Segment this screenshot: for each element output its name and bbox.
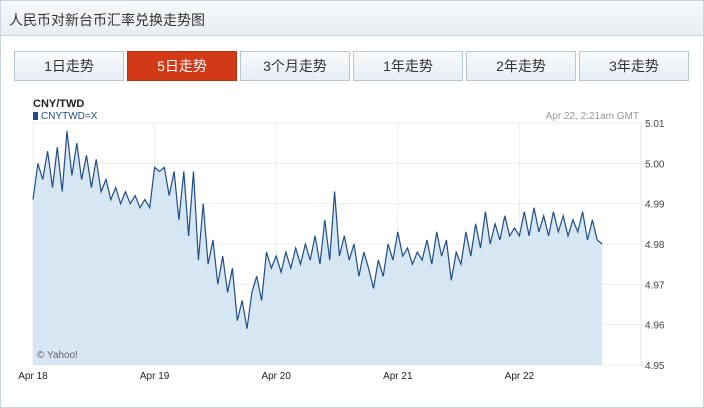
y-tick-label: 4.96 <box>645 321 665 332</box>
tab-3-year[interactable]: 3年走势 <box>579 51 689 81</box>
panel-header: 人民币对新台币汇率兑换走势图 <box>1 1 703 36</box>
y-tick-label: 5.01 <box>645 119 665 130</box>
chart-timestamp: Apr 22, 2:21am GMT <box>546 111 639 122</box>
y-tick-label: 4.97 <box>645 280 665 291</box>
page-title: 人民币对新台币汇率兑换走势图 <box>9 12 205 28</box>
y-tick-label: 4.95 <box>645 361 665 372</box>
x-tick-label: Apr 18 <box>18 371 48 382</box>
chart-container: 5.01 5.00 4.99 4.98 4.97 4.96 4.95 Apr 18 Apr 1… <box>1 93 704 383</box>
chart-title: CNY/TWD <box>33 98 84 110</box>
legend-swatch <box>33 112 38 120</box>
tab-1-day[interactable]: 1日走势 <box>14 51 124 81</box>
tab-1-year[interactable]: 1年走势 <box>353 51 463 81</box>
x-tick-label: Apr 22 <box>505 371 535 382</box>
x-tick-label: Apr 19 <box>140 371 170 382</box>
y-tick-label: 5.00 <box>645 159 665 170</box>
legend-label: CNYTWD=X <box>41 111 98 122</box>
tab-2-year[interactable]: 2年走势 <box>466 51 576 81</box>
y-tick-label: 4.99 <box>645 200 665 211</box>
y-tick-label: 4.98 <box>645 240 665 251</box>
x-tick-label: Apr 20 <box>261 371 291 382</box>
chart-credit: © Yahoo! <box>37 350 78 361</box>
tab-3-month[interactable]: 3个月走势 <box>240 51 350 81</box>
rate-chart: 5.015.004.994.984.974.964.95 Apr 18 Apr 1… <box>18 98 665 382</box>
exchange-rate-panel: 人民币对新台币汇率兑换走势图 1日走势 5日走势 3个月走势 1年走势 2年走势… <box>0 0 704 408</box>
tab-5-day[interactable]: 5日走势 <box>127 51 237 81</box>
y-axis-ticks: 5.01 5.00 4.99 4.98 4.97 4.96 4.95 <box>645 119 665 372</box>
x-axis-ticks: Apr 18 Apr 19 Apr 20 Apr 21 Apr 22 <box>18 371 534 382</box>
x-tick-label: Apr 21 <box>383 371 413 382</box>
